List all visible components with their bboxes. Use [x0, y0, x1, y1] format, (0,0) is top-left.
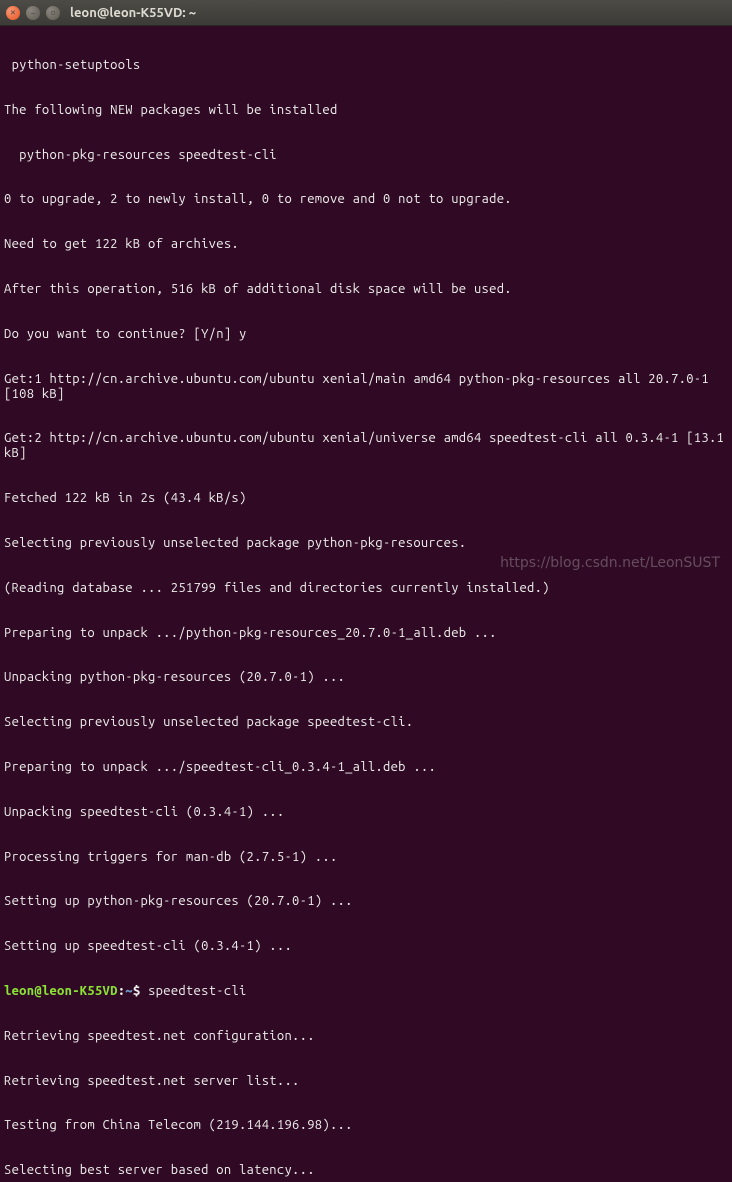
prompt-dollar: $ — [133, 984, 141, 998]
output-line: Retrieving speedtest.net configuration..… — [4, 1029, 728, 1044]
window-controls: ✕ − ▫ — [6, 6, 60, 20]
prompt-path: ~ — [125, 984, 133, 998]
terminal-area[interactable]: python-setuptools The following NEW pack… — [0, 26, 732, 1182]
prompt-user: leon@leon-K55VD — [4, 984, 118, 998]
prompt-colon: : — [118, 984, 126, 998]
prompt-line: leon@leon-K55VD:~$ speedtest-cli — [4, 984, 728, 999]
output-line: Selecting previously unselected package … — [4, 715, 728, 730]
output-line: Setting up python-pkg-resources (20.7.0-… — [4, 894, 728, 909]
output-line: Selecting previously unselected package … — [4, 536, 728, 551]
output-line: The following NEW packages will be insta… — [4, 103, 728, 118]
titlebar: ✕ − ▫ leon@leon-K55VD: ~ — [0, 0, 732, 26]
minimize-icon[interactable]: − — [26, 6, 40, 20]
maximize-icon[interactable]: ▫ — [46, 6, 60, 20]
close-icon[interactable]: ✕ — [6, 6, 20, 20]
output-line: (Reading database ... 251799 files and d… — [4, 581, 728, 596]
window-title: leon@leon-K55VD: ~ — [70, 6, 196, 20]
output-line: Do you want to continue? [Y/n] y — [4, 327, 728, 342]
output-line: python-setuptools — [4, 58, 728, 73]
output-line: Unpacking python-pkg-resources (20.7.0-1… — [4, 670, 728, 685]
output-line: Testing from China Telecom (219.144.196.… — [4, 1118, 728, 1133]
output-line: Preparing to unpack .../speedtest-cli_0.… — [4, 760, 728, 775]
command-text: speedtest-cli — [148, 984, 247, 998]
output-line: Retrieving speedtest.net server list... — [4, 1074, 728, 1089]
output-line: python-pkg-resources speedtest-cli — [4, 148, 728, 163]
output-line: 0 to upgrade, 2 to newly install, 0 to r… — [4, 192, 728, 207]
output-line: Unpacking speedtest-cli (0.3.4-1) ... — [4, 805, 728, 820]
output-line: Get:2 http://cn.archive.ubuntu.com/ubunt… — [4, 431, 728, 461]
output-line: Get:1 http://cn.archive.ubuntu.com/ubunt… — [4, 372, 728, 402]
output-line: Setting up speedtest-cli (0.3.4-1) ... — [4, 939, 728, 954]
output-line: Need to get 122 kB of archives. — [4, 237, 728, 252]
output-line: Processing triggers for man-db (2.7.5-1)… — [4, 850, 728, 865]
output-line: Preparing to unpack .../python-pkg-resou… — [4, 626, 728, 641]
output-line: Fetched 122 kB in 2s (43.4 kB/s) — [4, 491, 728, 506]
output-line: Selecting best server based on latency..… — [4, 1163, 728, 1178]
output-line: After this operation, 516 kB of addition… — [4, 282, 728, 297]
